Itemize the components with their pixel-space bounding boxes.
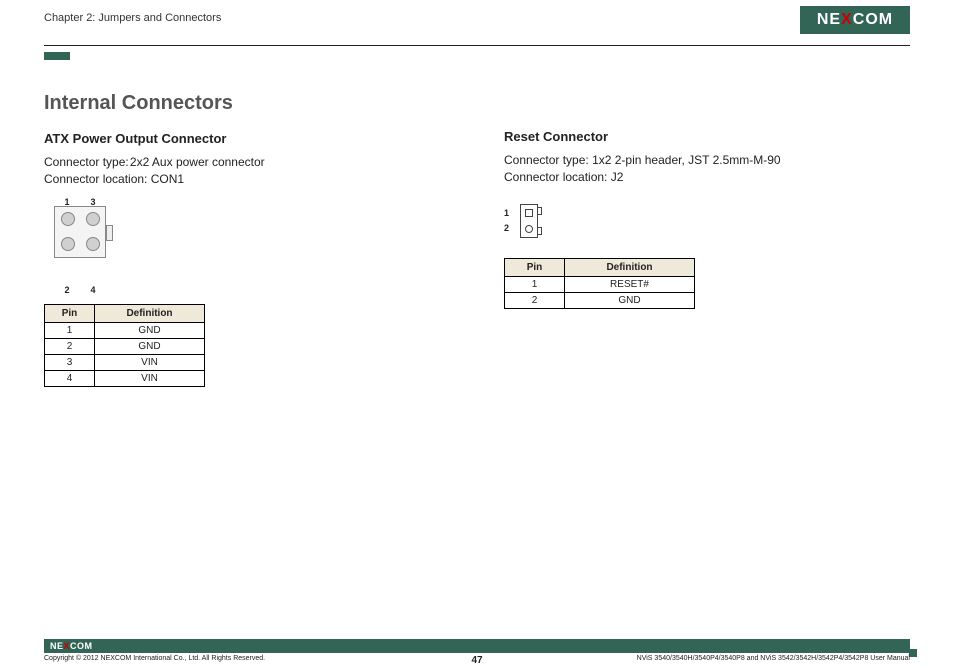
reset-th-pin: Pin bbox=[505, 258, 565, 276]
reset-cell-def: RESET# bbox=[565, 276, 695, 292]
footer-bar: NEXCOM bbox=[44, 639, 910, 653]
section-title: Internal Connectors bbox=[44, 92, 444, 115]
page-number: 47 bbox=[471, 655, 482, 666]
atx-pin-table: Pin Definition 1 GND 2 GND 3 VIN 4 bbox=[44, 304, 205, 387]
page-footer: NEXCOM Copyright © 2012 NEXCOM Internati… bbox=[44, 639, 910, 662]
table-row: 2 GND bbox=[505, 292, 695, 308]
atx-diagram: 1 3 2 4 bbox=[44, 206, 444, 286]
atx-pin2-label: 2 bbox=[64, 285, 69, 295]
copyright-text: Copyright © 2012 NEXCOM International Co… bbox=[44, 655, 265, 662]
reset-type-label: Connector type: bbox=[504, 153, 592, 167]
atx-cell-def: GND bbox=[95, 338, 205, 354]
reset-cell-pin: 1 bbox=[505, 276, 565, 292]
reset-pin1-label: 1 bbox=[504, 206, 509, 221]
reset-loc-value: J2 bbox=[611, 170, 624, 184]
page-header: Chapter 2: Jumpers and Connectors NEXCOM bbox=[0, 0, 954, 46]
reset-cell-def: GND bbox=[565, 292, 695, 308]
atx-cell-pin: 4 bbox=[45, 370, 95, 386]
reset-title: Reset Connector bbox=[504, 129, 904, 144]
atx-type-line: Connector type:2x2 Aux power connector bbox=[44, 154, 444, 171]
connector-2x2-icon bbox=[54, 206, 106, 258]
atx-cell-def: VIN bbox=[95, 354, 205, 370]
reset-pin-table: Pin Definition 1 RESET# 2 GND bbox=[504, 258, 695, 309]
atx-cell-def: VIN bbox=[95, 370, 205, 386]
atx-cell-def: GND bbox=[95, 322, 205, 338]
manual-reference: NViS 3540/3540H/3540P4/3540P8 and NViS 3… bbox=[637, 655, 910, 662]
brand-post: COM bbox=[70, 641, 93, 651]
atx-loc-label: Connector location: bbox=[44, 172, 151, 186]
reset-loc-label: Connector location: bbox=[504, 170, 611, 184]
table-row: 1 GND bbox=[45, 322, 205, 338]
atx-title: ATX Power Output Connector bbox=[44, 131, 444, 146]
reset-diagram: 1 2 bbox=[504, 204, 904, 240]
header-rule bbox=[44, 45, 910, 46]
accent-block bbox=[44, 52, 70, 60]
atx-cell-pin: 2 bbox=[45, 338, 95, 354]
atx-loc-value: CON1 bbox=[151, 172, 184, 186]
brand-post: COM bbox=[853, 11, 893, 29]
table-row: 2 GND bbox=[45, 338, 205, 354]
footer-logo: NEXCOM bbox=[50, 641, 93, 651]
atx-type-label: Connector type: bbox=[44, 155, 129, 169]
reset-th-def: Definition bbox=[565, 258, 695, 276]
reset-pin2-label: 2 bbox=[504, 221, 509, 236]
reset-loc-line: Connector location: J2 bbox=[504, 169, 904, 186]
atx-cell-pin: 3 bbox=[45, 354, 95, 370]
atx-cell-pin: 1 bbox=[45, 322, 95, 338]
atx-type-value: 2x2 Aux power connector bbox=[130, 155, 265, 169]
reset-cell-pin: 2 bbox=[505, 292, 565, 308]
atx-loc-line: Connector location: CON1 bbox=[44, 171, 444, 188]
atx-th-def: Definition bbox=[95, 304, 205, 322]
brand-pre: NE bbox=[50, 641, 64, 651]
reset-type-value: 1x2 2-pin header, JST 2.5mm-M-90 bbox=[592, 153, 781, 167]
atx-pin4-label: 4 bbox=[90, 285, 95, 295]
atx-th-pin: Pin bbox=[45, 304, 95, 322]
brand-logo: NEXCOM bbox=[800, 6, 910, 34]
reset-type-line: Connector type: 1x2 2-pin header, JST 2.… bbox=[504, 152, 904, 169]
connector-1x2-icon bbox=[520, 204, 538, 238]
table-row: 4 VIN bbox=[45, 370, 205, 386]
table-row: 1 RESET# bbox=[505, 276, 695, 292]
brand-x: X bbox=[841, 11, 853, 29]
brand-pre: NE bbox=[817, 11, 841, 29]
chapter-title: Chapter 2: Jumpers and Connectors bbox=[44, 12, 910, 24]
table-row: 3 VIN bbox=[45, 354, 205, 370]
